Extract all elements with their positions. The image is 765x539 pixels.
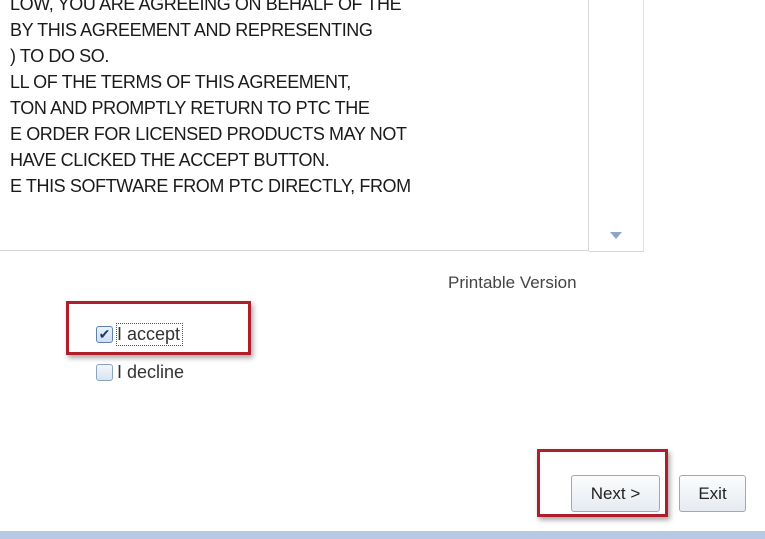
license-line: LL OF THE TERMS OF THIS AGREEMENT, [10,72,351,92]
license-text: LOW, YOU ARE AGREEING ON BEHALF OF THE B… [10,0,411,199]
printable-version-link[interactable]: Printable Version [448,273,577,293]
license-line: LOW, YOU ARE AGREEING ON BEHALF OF THE [10,0,402,14]
license-line: BY THIS AGREEMENT AND REPRESENTING [10,20,373,40]
license-line: E THIS SOFTWARE FROM PTC DIRECTLY, FROM [10,176,411,196]
next-highlight-frame [537,449,668,517]
decline-label[interactable]: I decline [117,362,184,383]
decline-checkbox[interactable] [96,363,113,381]
license-line: HAVE CLICKED THE ACCEPT BUTTON. [10,150,330,170]
license-line: E ORDER FOR LICENSED PRODUCTS MAY NOT [10,124,407,144]
license-line: ) TO DO SO. [10,46,109,66]
decline-option[interactable]: I decline [96,360,184,384]
license-line: TON AND PROMPTLY RETURN TO PTC THE [10,98,370,118]
installer-page: LOW, YOU ARE AGREEING ON BEHALF OF THE B… [0,0,765,539]
exit-button[interactable]: Exit [679,475,746,512]
scroll-down-arrow-icon[interactable] [610,232,622,239]
license-text-box[interactable]: LOW, YOU ARE AGREEING ON BEHALF OF THE B… [0,0,589,251]
accept-highlight-frame [66,301,251,355]
bottom-bar [0,531,765,539]
license-scrollbar[interactable] [589,0,644,252]
